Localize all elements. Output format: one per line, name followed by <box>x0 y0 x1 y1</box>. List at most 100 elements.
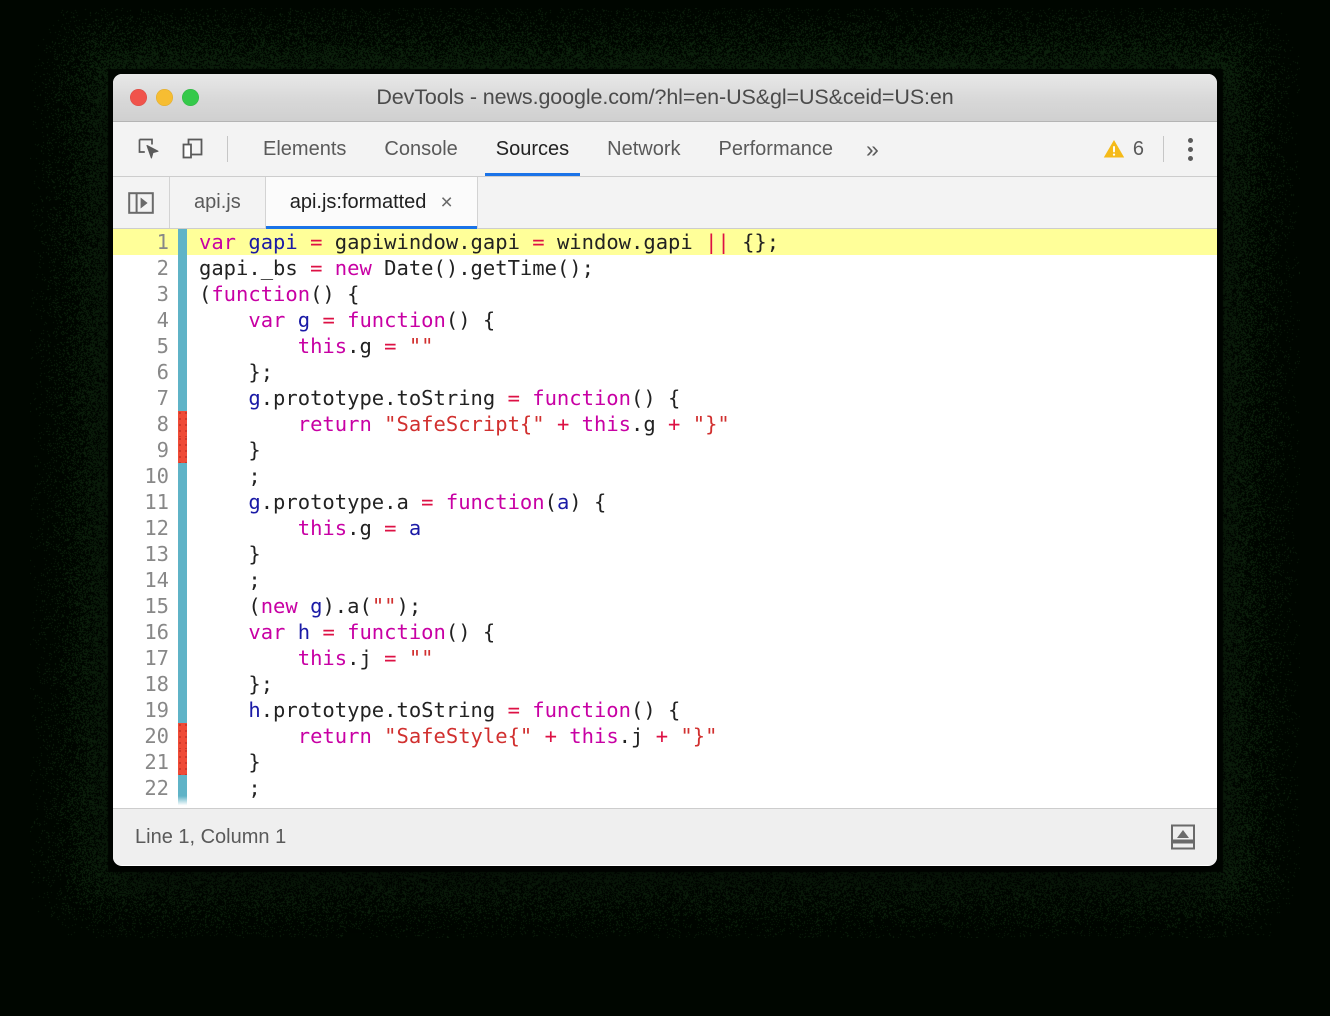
code-line[interactable]: 11 g.prototype.a = function(a) { <box>113 489 1217 515</box>
coverage-marker-covered <box>178 463 187 489</box>
pretty-print-icon <box>1171 824 1195 850</box>
tab-elements[interactable]: Elements <box>244 122 365 176</box>
coverage-marker-covered <box>178 567 187 593</box>
inspect-element-icon <box>138 138 159 159</box>
code-line[interactable]: 16 var h = function() { <box>113 619 1217 645</box>
devtools-toolbar: Elements Console Sources Network Perform… <box>113 122 1217 177</box>
code-line-text: var gapi = gapiwindow.gapi = window.gapi… <box>199 230 780 254</box>
tab-elements-label: Elements <box>263 137 347 160</box>
code-line-text: h.prototype.toString = function() { <box>248 698 681 722</box>
coverage-marker-covered <box>178 255 187 281</box>
coverage-marker-covered <box>178 229 187 255</box>
code-line[interactable]: 8 return "SafeScript{" + this.g + "}" <box>113 411 1217 437</box>
coverage-marker-covered <box>178 281 187 307</box>
line-number: 10 <box>144 464 169 488</box>
line-number: 3 <box>156 282 169 306</box>
tab-console[interactable]: Console <box>365 122 476 176</box>
code-line[interactable]: 7 g.prototype.toString = function() { <box>113 385 1217 411</box>
code-line-text: (function() { <box>199 282 360 306</box>
line-number: 22 <box>144 776 169 800</box>
code-line-text: ; <box>199 464 261 488</box>
line-number: 11 <box>144 490 169 514</box>
code-line[interactable]: 1 var gapi = gapiwindow.gapi = window.gap… <box>113 229 1217 255</box>
code-line[interactable]: 9 } <box>113 437 1217 463</box>
tab-performance-label: Performance <box>718 137 834 160</box>
coverage-marker-covered <box>178 359 187 385</box>
coverage-marker-covered <box>178 385 187 411</box>
toolbar-divider-right <box>1163 136 1164 162</box>
line-number: 18 <box>144 672 169 696</box>
code-line[interactable]: 5 this.g = "" <box>113 333 1217 359</box>
pretty-print-button[interactable] <box>1165 819 1201 855</box>
code-line[interactable]: 21 } <box>113 749 1217 775</box>
file-tab-api-js-label: api.js <box>194 191 241 213</box>
tab-network[interactable]: Network <box>588 122 699 176</box>
line-number: 14 <box>144 568 169 592</box>
devtools-window: DevTools - news.google.com/?hl=en-US&gl=… <box>113 74 1217 866</box>
code-line[interactable]: 4 var g = function() { <box>113 307 1217 333</box>
code-line[interactable]: 13 } <box>113 541 1217 567</box>
code-line-text: g.prototype.toString = function() { <box>248 386 681 410</box>
line-number: 17 <box>144 646 169 670</box>
code-line-text: } <box>199 438 261 462</box>
code-line-text: this.g = a <box>297 516 422 540</box>
code-line-text: var g = function() { <box>248 308 496 332</box>
coverage-marker-covered <box>178 775 187 801</box>
code-line-text: } <box>199 750 261 774</box>
code-line-text: ; <box>199 568 261 592</box>
panel-tab-list: Elements Console Sources Network Perform… <box>244 122 852 176</box>
code-line[interactable]: 18 }; <box>113 671 1217 697</box>
window-titlebar: DevTools - news.google.com/?hl=en-US&gl=… <box>113 74 1217 122</box>
code-line[interactable]: 22 ; <box>113 775 1217 801</box>
tab-sources[interactable]: Sources <box>477 122 588 176</box>
code-line-text: h.prototype.a = function(a) { <box>199 801 606 808</box>
line-number: 5 <box>156 334 169 358</box>
code-line-text: gapi._bs = new Date().getTime(); <box>199 256 594 280</box>
code-line[interactable]: 3 (function() { <box>113 281 1217 307</box>
line-number: 19 <box>144 698 169 722</box>
line-number: 23 <box>113 801 178 808</box>
code-line[interactable]: 12 this.g = a <box>113 515 1217 541</box>
coverage-marker-covered <box>178 801 187 808</box>
main-menu-button[interactable] <box>1173 132 1207 166</box>
kebab-menu-icon <box>1187 155 1193 161</box>
code-line[interactable]: 20 return "SafeStyle{" + this.j + "}" <box>113 723 1217 749</box>
code-line-text: }; <box>199 360 274 384</box>
line-number: 12 <box>144 516 169 540</box>
code-line[interactable]: 10 ; <box>113 463 1217 489</box>
screen: DevTools - news.google.com/?hl=en-US&gl=… <box>0 0 1330 1016</box>
code-line-text: (new g).a(""); <box>199 594 422 618</box>
line-number: 1 <box>156 230 169 254</box>
source-code-editor[interactable]: 1 var gapi = gapiwindow.gapi = window.gap… <box>113 229 1217 808</box>
coverage-marker-covered <box>178 515 187 541</box>
warning-triangle-icon <box>1103 140 1125 158</box>
more-panels-button[interactable]: » <box>852 122 893 176</box>
tab-network-label: Network <box>607 137 681 160</box>
code-line[interactable]: 14 ; <box>113 567 1217 593</box>
file-tab-api-js-formatted-label: api.js:formatted <box>289 191 427 213</box>
line-number: 4 <box>156 308 169 332</box>
code-line-text: g.prototype.a = function(a) { <box>248 490 607 514</box>
code-line[interactable]: 19 h.prototype.toString = function() { <box>113 697 1217 723</box>
code-line-text: ; <box>199 776 261 800</box>
tab-performance[interactable]: Performance <box>700 122 853 176</box>
line-number: 6 <box>156 360 169 384</box>
close-icon[interactable]: × <box>440 192 452 213</box>
toolbar-right-group: 6 <box>1092 122 1217 176</box>
file-tab-api-js-formatted[interactable]: api.js:formatted × <box>265 177 478 229</box>
code-line[interactable]: 17 this.j = "" <box>113 645 1217 671</box>
code-line[interactable]: 23 h.prototype.a = function(a) { <box>113 801 1217 808</box>
code-line[interactable]: 15 (new g).a(""); <box>113 593 1217 619</box>
window-title: DevTools - news.google.com/?hl=en-US&gl=… <box>376 85 954 109</box>
show-navigator-button[interactable] <box>113 177 170 228</box>
code-line-text: var h = function() { <box>248 620 496 644</box>
code-line-text: return "SafeScript{" + this.g + "}" <box>297 412 730 436</box>
toolbar-divider <box>227 136 228 162</box>
code-line[interactable]: 6 }; <box>113 359 1217 385</box>
file-tab-api-js[interactable]: api.js <box>170 177 266 228</box>
warning-counter[interactable]: 6 <box>1092 137 1154 161</box>
toggle-device-toolbar-button[interactable] <box>171 122 215 176</box>
coverage-marker-covered <box>178 671 187 697</box>
inspect-element-button[interactable] <box>127 122 171 176</box>
code-line[interactable]: 2 gapi._bs = new Date().getTime(); <box>113 255 1217 281</box>
